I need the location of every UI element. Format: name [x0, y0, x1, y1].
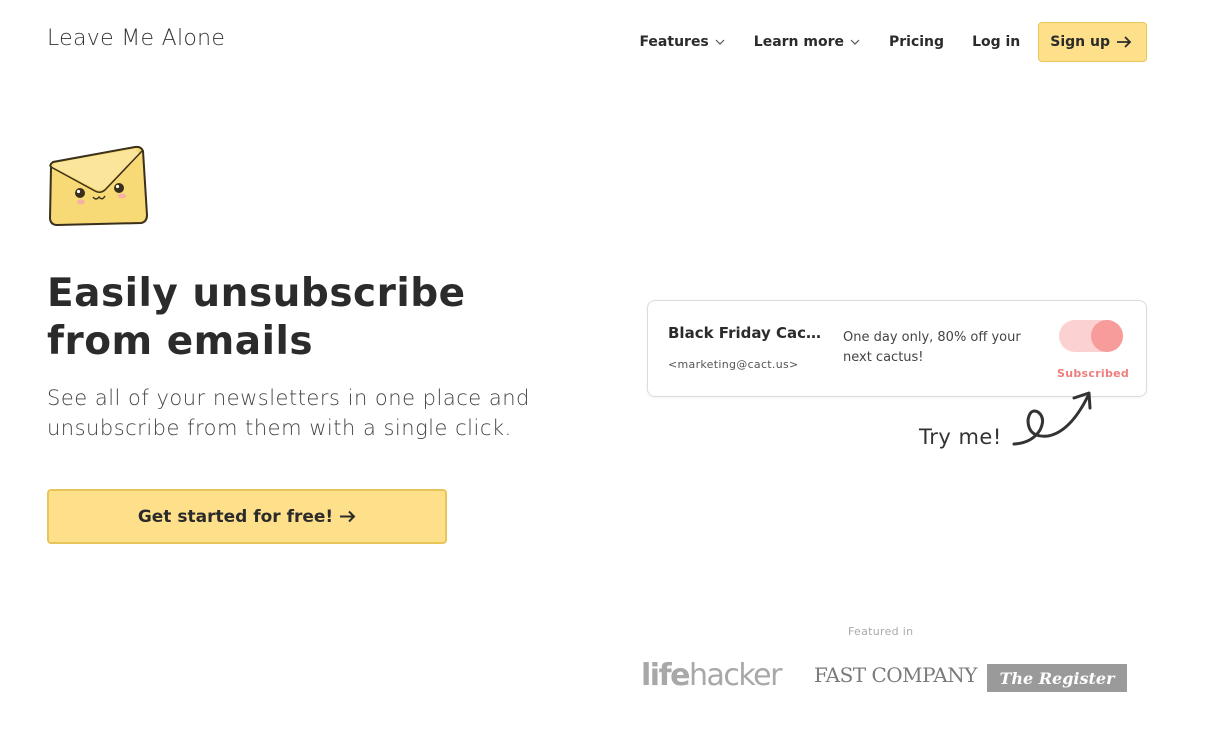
hero-title-line1: Easily unsubscribe: [47, 271, 466, 316]
get-started-button[interactable]: Get started for free!: [47, 489, 447, 544]
nav-features[interactable]: Features: [639, 34, 725, 50]
subscription-toggle[interactable]: [1059, 320, 1123, 352]
nav-learn-more[interactable]: Learn more: [754, 34, 861, 50]
arrow-right-icon: [1117, 36, 1132, 48]
nav-login[interactable]: Log in: [972, 34, 1020, 50]
hero-subtitle: See all of your newsletters in one place…: [47, 386, 530, 440]
sender-email: <marketing@cact.us>: [668, 358, 799, 371]
nav-learn-more-label: Learn more: [753, 34, 844, 50]
the-register-logo: The Register: [987, 664, 1127, 692]
main-nav: Features Learn more Pricing Log in Sign …: [611, 22, 1147, 62]
featured-in-label: Featured in: [848, 625, 914, 638]
subscription-status: Subscribed: [1057, 367, 1130, 380]
chevron-down-icon: [850, 39, 860, 45]
signup-label: Sign up: [1050, 34, 1110, 50]
chevron-down-icon: [715, 39, 725, 45]
demo-subscription-card: Black Friday Cactus <marketing@cact.us> …: [647, 300, 1147, 397]
signup-button[interactable]: Sign up: [1038, 22, 1147, 62]
nav-pricing[interactable]: Pricing: [889, 34, 944, 50]
try-me-hint: Try me!: [919, 425, 1002, 449]
curly-arrow-icon: [1012, 391, 1092, 446]
lifehacker-logo: life hacker: [641, 657, 782, 693]
fast-company-logo: FAST COMPANY: [814, 663, 977, 687]
sender-name: Black Friday Cactus: [668, 324, 828, 342]
arrow-right-icon: [340, 510, 356, 523]
email-snippet: One day only, 80% off your next cactus!: [843, 330, 1021, 365]
hero-title-line2: from emails: [47, 319, 314, 364]
nav-features-label: Features: [639, 34, 709, 50]
toggle-knob: [1091, 320, 1123, 352]
hero-title: Easily unsubscribe from emails: [47, 270, 607, 366]
envelope-mascot-icon: [48, 145, 148, 226]
logo[interactable]: Leave Me Alone: [47, 26, 225, 51]
get-started-label: Get started for free!: [137, 506, 334, 527]
